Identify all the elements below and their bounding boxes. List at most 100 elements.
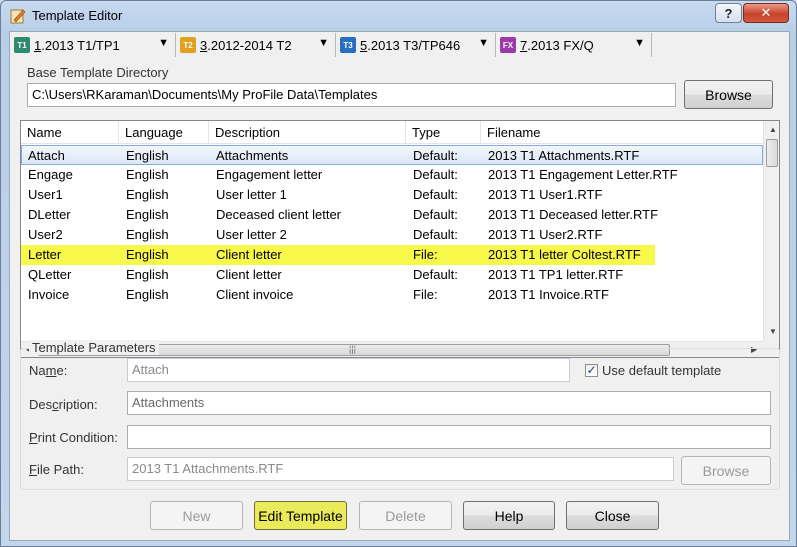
table-row[interactable]: Attach English Attachments Default: 2013… bbox=[21, 145, 763, 165]
vertical-scroll-thumb[interactable] bbox=[766, 139, 778, 167]
help-title-button[interactable]: ? bbox=[715, 3, 742, 23]
table-row[interactable]: Invoice English Client invoice File: 201… bbox=[21, 285, 763, 305]
base-dir-browse-button[interactable]: Browse bbox=[684, 80, 773, 109]
base-dir-label: Base Template Directory bbox=[27, 65, 169, 80]
table-row[interactable]: QLetter English Client letter Default: 2… bbox=[21, 265, 763, 285]
use-default-checkbox[interactable]: ✓ bbox=[585, 364, 598, 377]
t1-icon: T1 bbox=[14, 37, 30, 53]
tab-t1-label: .2013 T1/TP1 bbox=[41, 37, 120, 53]
tab-t2-label: .2012-2014 T2 bbox=[207, 37, 292, 53]
tab-fx-label: .2013 FX/Q bbox=[527, 37, 594, 53]
cell-filename: 2013 T1 User1.RTF bbox=[488, 187, 603, 202]
cell-type: Default: bbox=[413, 227, 458, 242]
table-row[interactable]: User1 English User letter 1 Default: 201… bbox=[21, 185, 763, 205]
table-row[interactable]: DLetter English Deceased client letter D… bbox=[21, 205, 763, 225]
client-area: T1 1.2013 T1/TP1 ▼ T2 3.2012-2014 T2 ▼ T… bbox=[9, 31, 790, 541]
cell-description: User letter 2 bbox=[216, 227, 287, 242]
scroll-down-icon[interactable]: ▼ bbox=[769, 327, 777, 336]
fx-icon: FX bbox=[500, 37, 516, 53]
file-path-browse-button[interactable]: Browse bbox=[681, 456, 771, 485]
dropdown-arrow-icon[interactable]: ▼ bbox=[158, 37, 169, 49]
print-condition-label: Print Condition: bbox=[29, 430, 118, 445]
tab-t3[interactable]: T3 5.2013 T3/TP646 ▼ bbox=[336, 33, 496, 57]
col-filename[interactable]: Filename bbox=[481, 121, 763, 144]
cell-language: English bbox=[126, 148, 169, 163]
dropdown-arrow-icon[interactable]: ▼ bbox=[478, 37, 489, 49]
dropdown-arrow-icon[interactable]: ▼ bbox=[634, 37, 645, 49]
cell-language: English bbox=[126, 287, 169, 302]
table-row[interactable]: Engage English Engagement letter Default… bbox=[21, 165, 763, 185]
cell-type: Default: bbox=[413, 187, 458, 202]
cell-language: English bbox=[126, 187, 169, 202]
cell-name: User2 bbox=[28, 227, 63, 242]
cell-name: QLetter bbox=[28, 267, 72, 282]
col-description[interactable]: Description bbox=[209, 121, 406, 144]
col-language[interactable]: Language bbox=[119, 121, 209, 144]
name-label: Name: bbox=[29, 363, 68, 378]
module-tabstrip: T1 1.2013 T1/TP1 ▼ T2 3.2012-2014 T2 ▼ T… bbox=[10, 32, 789, 58]
close-button[interactable]: Close bbox=[566, 501, 659, 530]
use-default-label[interactable]: Use default template bbox=[602, 363, 721, 378]
vertical-scrollbar[interactable]: ▲ ▼ bbox=[763, 121, 779, 341]
cell-filename: 2013 T1 Attachments.RTF bbox=[488, 148, 640, 163]
cell-name: DLetter bbox=[28, 207, 71, 222]
cell-name: Attach bbox=[28, 148, 65, 163]
cell-filename: 2013 T1 letter Coltest.RTF bbox=[488, 247, 641, 262]
t3-icon: T3 bbox=[340, 37, 356, 53]
cell-description: Client letter bbox=[216, 267, 282, 282]
help-button[interactable]: Help bbox=[463, 501, 555, 530]
new-button[interactable]: New bbox=[150, 501, 243, 530]
tab-t3-label: .2013 T3/TP646 bbox=[367, 37, 461, 53]
cell-language: English bbox=[126, 207, 169, 222]
list-header: Name Language Description Type Filename bbox=[21, 121, 763, 144]
app-icon bbox=[10, 9, 26, 24]
dropdown-arrow-icon[interactable]: ▼ bbox=[318, 37, 329, 49]
file-path-label: File Path: bbox=[29, 462, 84, 477]
close-window-button[interactable]: ✕ bbox=[743, 3, 789, 23]
cell-name: Invoice bbox=[28, 287, 70, 302]
table-row[interactable]: Letter English Client letter File: 2013 … bbox=[21, 245, 763, 265]
print-condition-field[interactable] bbox=[127, 425, 771, 449]
cell-language: English bbox=[126, 227, 169, 242]
cell-type: File: bbox=[413, 247, 438, 262]
cell-type: Default: bbox=[413, 167, 458, 182]
t2-icon: T2 bbox=[180, 37, 196, 53]
window-title: Template Editor bbox=[32, 8, 123, 23]
cell-language: English bbox=[126, 247, 169, 262]
cell-type: File: bbox=[413, 287, 438, 302]
edit-template-button[interactable]: Edit Template bbox=[254, 501, 347, 530]
cell-language: English bbox=[126, 267, 169, 282]
name-field[interactable]: Attach bbox=[127, 358, 570, 382]
delete-button[interactable]: Delete bbox=[359, 501, 452, 530]
col-name[interactable]: Name bbox=[21, 121, 119, 144]
table-row[interactable]: User2 English User letter 2 Default: 201… bbox=[21, 225, 763, 245]
tab-t2-hotkey: 3 bbox=[200, 37, 208, 53]
cell-filename: 2013 T1 TP1 letter.RTF bbox=[488, 267, 624, 282]
cell-filename: 2013 T1 Invoice.RTF bbox=[488, 287, 609, 302]
description-field[interactable]: Attachments bbox=[127, 391, 771, 415]
tab-t2[interactable]: T2 3.2012-2014 T2 ▼ bbox=[176, 33, 336, 57]
template-editor-window: Template Editor ? ✕ T1 1.2013 T1/TP1 ▼ T… bbox=[0, 0, 797, 547]
template-parameters-label: Template Parameters bbox=[29, 340, 159, 355]
file-path-field[interactable]: 2013 T1 Attachments.RTF bbox=[127, 457, 674, 481]
template-list[interactable]: Name Language Description Type Filename … bbox=[20, 120, 780, 358]
title-bar: Template Editor ? ✕ bbox=[1, 1, 796, 31]
description-label: Description: bbox=[29, 397, 98, 412]
cell-description: Deceased client letter bbox=[216, 207, 342, 222]
cell-language: English bbox=[126, 167, 169, 182]
tab-fx[interactable]: FX 7.2013 FX/Q ▼ bbox=[496, 33, 652, 57]
base-dir-field[interactable]: C:\Users\RKaraman\Documents\My ProFile D… bbox=[27, 83, 676, 107]
cell-description: Client letter bbox=[216, 247, 282, 262]
cell-description: Engagement letter bbox=[216, 167, 323, 182]
cell-description: User letter 1 bbox=[216, 187, 287, 202]
cell-description: Attachments bbox=[216, 148, 289, 163]
cell-type: Default: bbox=[413, 148, 458, 163]
scroll-up-icon[interactable]: ▲ bbox=[769, 125, 777, 134]
tab-t3-hotkey: 5 bbox=[360, 37, 368, 53]
cell-name: Letter bbox=[28, 247, 62, 262]
tab-fx-hotkey: 7 bbox=[520, 37, 528, 53]
cell-name: User1 bbox=[28, 187, 63, 202]
tab-t1[interactable]: T1 1.2013 T1/TP1 ▼ bbox=[10, 33, 176, 57]
col-type[interactable]: Type bbox=[406, 121, 481, 144]
cell-type: Default: bbox=[413, 267, 458, 282]
